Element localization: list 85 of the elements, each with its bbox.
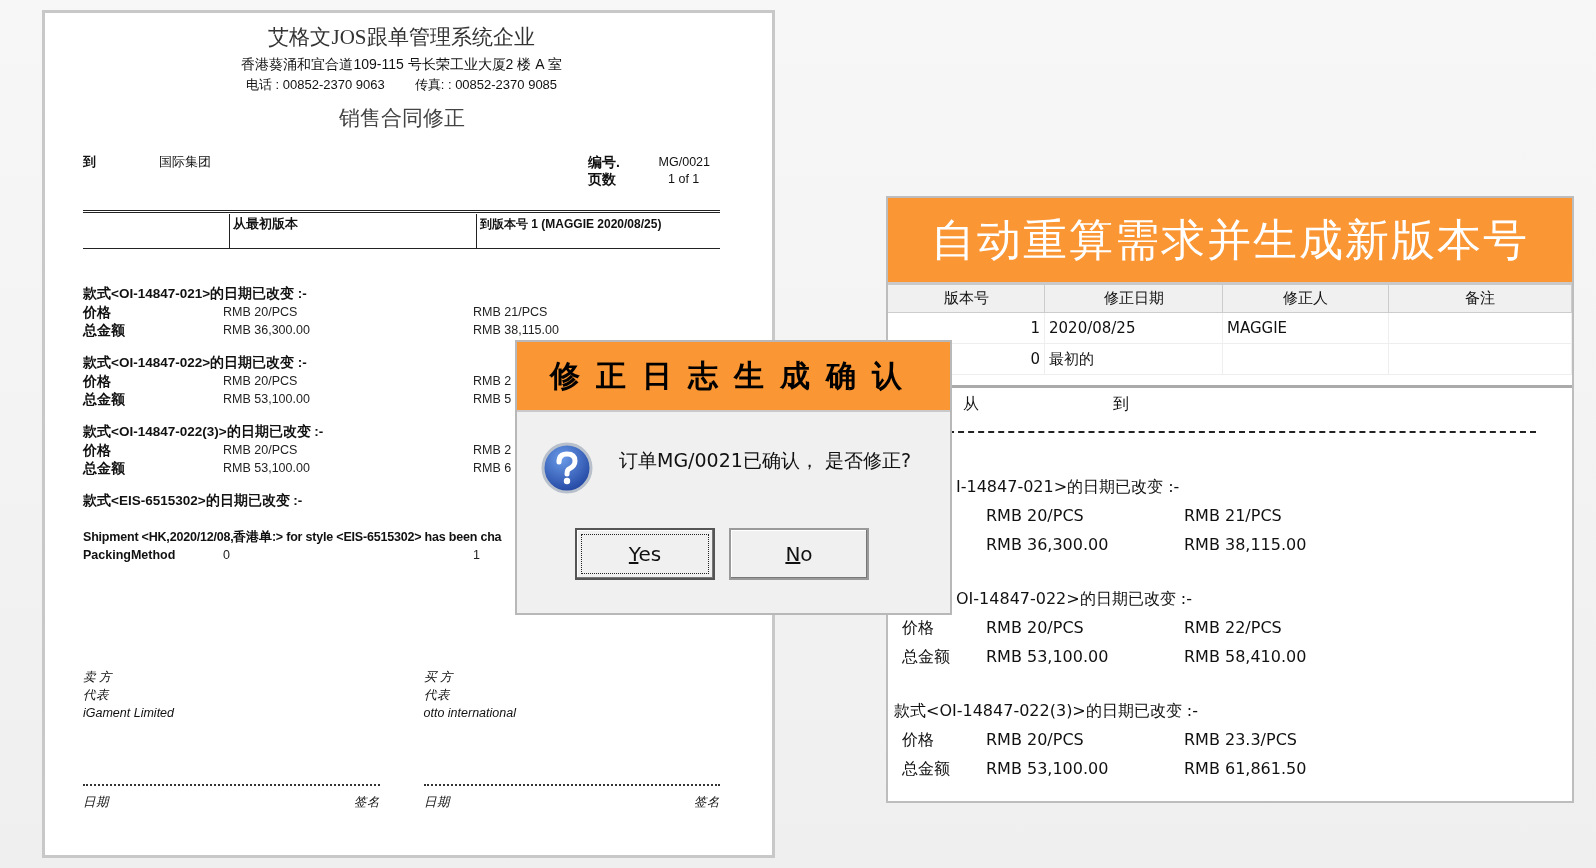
old-value: RMB 20/PCS [223,373,299,390]
meta-label: 页数 [588,171,617,188]
company-address: 香港葵涌和宜合道109-115 号长荣工业大厦2 楼 A 室 [241,56,562,74]
dialog-button[interactable]: No [729,528,869,580]
company-name: 艾格文JOS跟单管理系统企业 [268,24,535,51]
from-label: 从 [963,394,980,415]
dialog-title: 修正日志生成确认 [517,342,950,412]
change-heading: 款式<OI-14847-022>的日期已改变 :- [83,354,308,372]
new-value: RMB 21/PCS [1184,505,1282,527]
editor-cell: MAGGIE [1227,319,1288,337]
to-label: 到 [83,154,97,171]
version-cell: 1 [1030,319,1040,337]
old-value: RMB 53,100.00 [223,391,311,408]
field-label: 总金额 [902,647,950,666]
field-label: 价格 [83,303,112,321]
change-heading: OI-14847-022>的日期已改变 :- [955,588,1193,610]
party-company: iGament Limited [83,705,176,722]
old-value: RMB 20/PCS [986,505,1085,527]
column-header: 到版本号 1 (MAGGIE 2020/08/25) [480,217,662,231]
column-header: 修正人 [1223,285,1389,313]
signature-label: 签名 [353,794,380,811]
field-label: 价格 [83,372,112,390]
old-value: RMB 20/PCS [223,442,299,459]
new-value: RMB 21/PCS [473,304,548,321]
new-value: RMB 58,410.00 [1184,646,1307,668]
role-label: 代表 [83,687,111,704]
date-label: 日期 [83,794,109,811]
party-company: otto international [423,705,518,722]
old-value: RMB 20/PCS [223,304,299,321]
field-label: 总金额 [902,759,950,778]
version-cell: 0 [1030,350,1040,368]
change-heading: 款式<OI-14847-022(3)>的日期已改变 :- [83,423,325,441]
old-value: RMB 36,300.00 [223,322,311,339]
date-cell: 2020/08/25 [1049,319,1136,337]
new-value: RMB 22/PCS [1184,617,1282,639]
column-header: 修正日期 [1045,285,1223,313]
new-value: RMB 38,115.00 [1184,534,1307,556]
party-label: 卖 方 [83,669,114,686]
party-label: 买 方 [423,669,455,686]
change-heading: I-14847-021>的日期已改变 :- [955,476,1181,498]
new-value: RMB 23.3/PCS [1184,729,1297,751]
new-value: RMB 2 [473,442,512,459]
dialog-message: 订单MG/0021已确认， 是否修正? [619,448,911,473]
new-value: 1 [473,547,480,564]
old-value: RMB 53,100.00 [223,460,311,477]
new-value: RMB 61,861.50 [1184,758,1307,780]
field-label: 价格 [902,730,934,749]
shipment-heading: Shipment <HK,2020/12/08,香港单:> for style <EIS-6515302> has been cha [83,529,503,546]
date-cell: 最初的 [1049,350,1094,368]
new-value: RMB 2 [473,373,512,390]
field-label: PackingMethod [83,547,177,564]
column-header: 版本号 [888,285,1045,313]
meta-label: 编号. [588,154,621,171]
signature-label: 签名 [694,794,720,811]
dialog-button[interactable]: Yes [575,528,715,580]
field-label: 价格 [83,441,112,459]
meta-value: MG/0021 [658,154,710,171]
meta-value: 1 of 1 [668,171,700,188]
old-value: RMB 20/PCS [986,617,1085,639]
to-label: 到 [1113,394,1129,415]
column-header: 备注 [1389,285,1572,313]
date-label: 日期 [423,794,450,811]
field-label: 总金额 [83,321,126,339]
old-value: RMB 53,100.00 [986,646,1110,668]
new-value: RMB 38,115.00 [473,322,559,339]
new-value: RMB 6 [473,460,512,477]
role-label: 代表 [423,687,452,704]
change-heading: 款式<EIS-6515302>的日期已改变 :- [83,492,304,510]
field-label: 总金额 [83,390,126,408]
to-value: 国际集团 [159,154,212,171]
column-header: 从最初版本 [233,217,298,231]
old-value: RMB 20/PCS [986,729,1085,751]
banner-title: 自动重算需求并生成新版本号 [888,198,1572,285]
question-icon [541,442,593,494]
field-label: 价格 [902,618,934,637]
phone-number: 电话 : 00852-2370 9063 [245,76,385,94]
change-heading: 款式<OI-14847-021>的日期已改变 :- [83,285,308,303]
report-title: 销售合同修正 [338,105,465,132]
fax-number: 传真: : 00852-2370 9085 [414,76,558,94]
change-heading: 款式<OI-14847-022(3)>的日期已改变 :- [893,700,1200,722]
new-value: RMB 5 [473,391,512,408]
old-value: RMB 53,100.00 [986,758,1110,780]
old-value: 0 [223,547,231,564]
old-value: RMB 36,300.00 [986,534,1110,556]
field-label: 总金额 [83,459,126,477]
